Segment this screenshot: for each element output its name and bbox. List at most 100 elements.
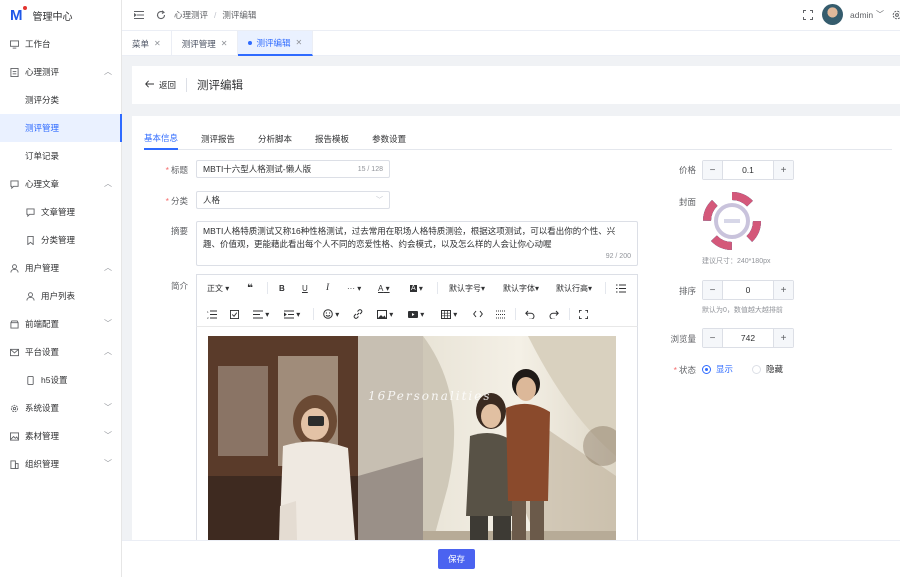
sidebar-item-users[interactable]: 用户管理 ︿: [0, 254, 122, 282]
chevron-down-icon[interactable]: ﹀: [876, 9, 884, 20]
chevron-up-icon: ︿: [104, 179, 112, 188]
title-input[interactable]: MBTI十六型人格测试-懒人版 15 / 128: [196, 160, 390, 178]
increase-button[interactable]: +: [773, 329, 793, 347]
sidebar-item-workbench[interactable]: 工作台: [0, 30, 122, 58]
tab-assessment-manage[interactable]: 测评管理 ✕: [172, 31, 239, 56]
decrease-button[interactable]: −: [703, 329, 723, 347]
tab-menu[interactable]: 菜单 ✕: [122, 31, 172, 56]
sidebar-item-frontend[interactable]: 前端配置 ﹀: [0, 310, 122, 338]
bookmark-icon: [26, 235, 35, 245]
sort-hint: 默认为0，数值越大越排前: [702, 307, 783, 314]
list-icon[interactable]: [616, 281, 626, 295]
logo-mark: M: [10, 5, 27, 24]
refresh-icon[interactable]: [156, 10, 166, 20]
avatar[interactable]: [822, 4, 843, 25]
summary-count: 92 / 200: [605, 252, 631, 260]
close-icon[interactable]: ✕: [154, 39, 161, 48]
align-icon[interactable]: ▾: [253, 307, 269, 321]
tab-basic-info[interactable]: 基本信息: [144, 128, 179, 150]
italic-icon[interactable]: I: [326, 281, 329, 295]
summary-textarea[interactable]: MBTI人格特质测试又称16种性格测试，过去常用在职场人格特质测验，根据这项测试…: [196, 221, 638, 266]
tab-script[interactable]: 分析脚本: [258, 128, 304, 150]
breadcrumb-current: 测评编辑: [222, 10, 257, 20]
status-show-radio[interactable]: 显示: [702, 363, 733, 375]
line-height-select[interactable]: 默认行高 ▾: [556, 281, 592, 295]
more-icon[interactable]: ··· ▾: [347, 281, 361, 295]
bg-color-icon[interactable]: A ▾: [410, 281, 423, 295]
save-button[interactable]: 保存: [438, 549, 475, 569]
sidebar-item-materials[interactable]: 素材管理 ﹀: [0, 422, 122, 450]
sidebar-item-assessment-category[interactable]: 测评分类: [0, 86, 122, 114]
sidebar-item-article-manage[interactable]: 文章管理: [0, 198, 122, 226]
sidebar-item-assessment-manage[interactable]: 测评管理: [0, 114, 122, 142]
sidebar-item-category-manage[interactable]: 分类管理: [0, 226, 122, 254]
font-family-select[interactable]: 默认字体 ▾: [503, 281, 539, 295]
link-icon[interactable]: [353, 307, 363, 321]
bold-icon[interactable]: B: [279, 281, 285, 295]
decrease-button[interactable]: −: [703, 161, 723, 179]
tab-assessment-edit[interactable]: 测评编辑 ✕: [238, 31, 314, 56]
sidebar-item-orders[interactable]: 订单记录: [0, 142, 122, 170]
shop-icon: [10, 319, 19, 329]
username[interactable]: admin: [850, 10, 873, 20]
svg-text:1: 1: [207, 310, 209, 314]
underline-icon[interactable]: U: [302, 281, 308, 295]
views-stepper[interactable]: − 742 +: [702, 328, 794, 348]
price-stepper[interactable]: − 0.1 +: [702, 160, 794, 180]
decrease-button[interactable]: −: [703, 281, 723, 299]
breadcrumb-item[interactable]: 心理测评: [174, 10, 208, 20]
status-label: * 状态: [673, 365, 696, 375]
arrow-left-icon: [145, 80, 154, 90]
back-button[interactable]: 返回: [145, 79, 176, 91]
font-color-icon[interactable]: A ▾: [378, 281, 390, 295]
sort-stepper[interactable]: − 0 +: [702, 280, 794, 300]
emoji-icon[interactable]: ▾: [323, 307, 339, 321]
sidebar-item-platform[interactable]: 平台设置 ︿: [0, 338, 122, 366]
sidebar-item-org[interactable]: 组织管理 ﹀: [0, 450, 122, 478]
increase-button[interactable]: +: [773, 161, 793, 179]
logo[interactable]: M 管理中心: [0, 0, 121, 30]
font-size-select[interactable]: 默认字号 ▾: [449, 281, 485, 295]
insert-image-icon[interactable]: ▾: [377, 307, 393, 321]
sidebar-item-assessment[interactable]: 心理测评 ︿: [0, 58, 122, 86]
sidebar: M 管理中心 工作台 心理测评 ︿ 测评分类 测评管理 订单记录 心理文章 ︿ …: [0, 0, 122, 577]
tab-report[interactable]: 测评报告: [201, 128, 247, 150]
paragraph-select[interactable]: 正文 ▾: [207, 281, 229, 295]
sidebar-item-articles[interactable]: 心理文章 ︿: [0, 170, 122, 198]
divider-icon[interactable]: [496, 307, 506, 321]
user-icon: [26, 291, 35, 301]
close-icon[interactable]: ✕: [295, 38, 302, 47]
cover-image[interactable]: [701, 190, 763, 252]
tab-template[interactable]: 报告模板: [315, 128, 361, 150]
fullscreen-icon[interactable]: [579, 307, 588, 321]
indent-icon[interactable]: ▾: [284, 307, 300, 321]
table-icon[interactable]: ▾: [441, 307, 457, 321]
quote-icon[interactable]: ❝: [247, 281, 253, 295]
status-hide-radio[interactable]: 隐藏: [752, 363, 783, 375]
menu-fold-icon[interactable]: [134, 10, 144, 20]
code-icon[interactable]: [473, 307, 483, 321]
fullscreen-icon[interactable]: [803, 10, 813, 20]
gear-icon[interactable]: [892, 10, 900, 20]
redo-icon[interactable]: [549, 307, 559, 321]
views-label: 浏览量: [670, 334, 696, 344]
tab-params[interactable]: 参数设置: [372, 128, 418, 150]
undo-icon[interactable]: [525, 307, 535, 321]
cover-hint: 建议尺寸：240*180px: [702, 258, 771, 265]
close-icon[interactable]: ✕: [221, 39, 228, 48]
video-icon[interactable]: ▾: [408, 307, 424, 321]
editor-toolbar: 正文 ▾ ❝ B U I ··· ▾ A ▾ A ▾ 默认字号 ▾ 默认字体 ▾ 默…: [196, 274, 638, 326]
image-icon: [10, 431, 19, 441]
footer-bar: 保存: [122, 540, 900, 577]
todo-icon[interactable]: [230, 307, 239, 321]
app-title: 管理中心: [32, 11, 73, 23]
sidebar-item-system[interactable]: 系统设置 ﹀: [0, 394, 122, 422]
increase-button[interactable]: +: [773, 281, 793, 299]
chevron-down-icon: ﹀: [104, 319, 112, 328]
sidebar-item-user-list[interactable]: 用户列表: [0, 282, 122, 310]
category-select[interactable]: 人格 ﹀: [196, 191, 390, 209]
svg-text:2: 2: [207, 316, 209, 319]
ordered-list-icon[interactable]: 12: [207, 307, 217, 321]
chevron-up-icon: ︿: [104, 263, 112, 272]
sidebar-item-h5[interactable]: h5设置: [0, 366, 122, 394]
